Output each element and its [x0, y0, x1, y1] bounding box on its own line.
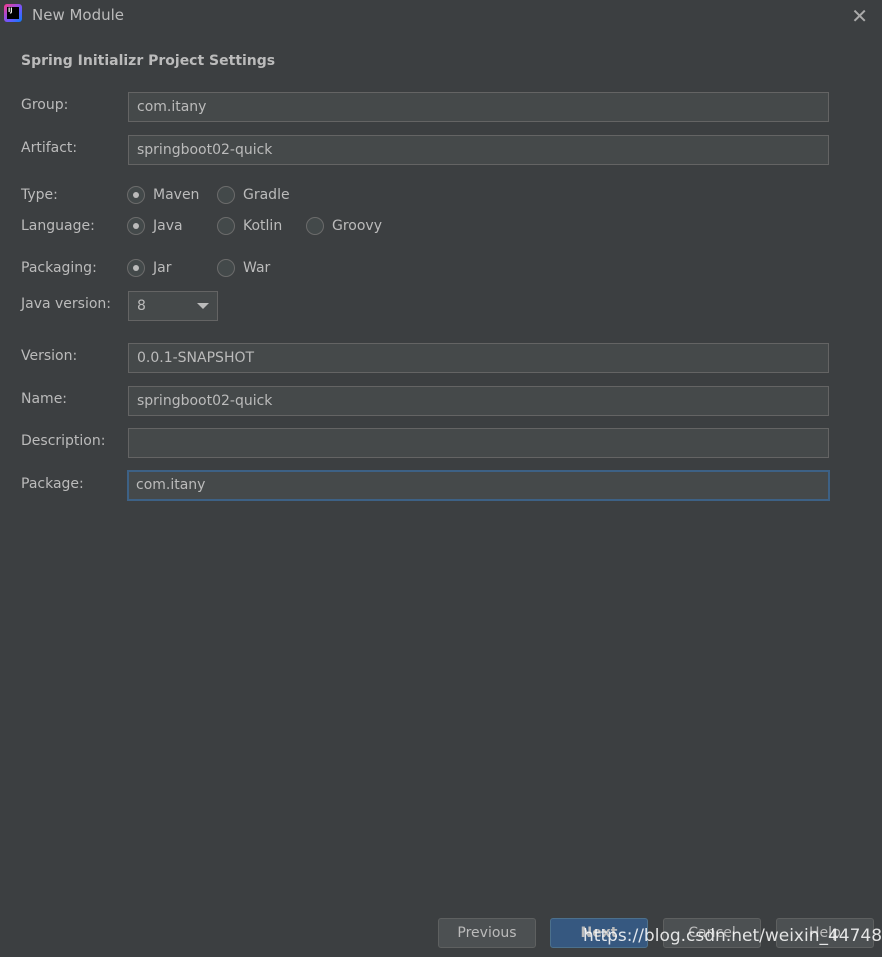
chevron-down-icon	[197, 303, 209, 309]
radio-selected-icon	[127, 217, 145, 235]
type-radio-maven[interactable]: Maven	[127, 186, 199, 204]
packaging-radio-war[interactable]: War	[217, 259, 270, 277]
type-radio-gradle[interactable]: Gradle	[217, 186, 290, 204]
radio-label: Kotlin	[243, 218, 283, 234]
description-input[interactable]	[128, 428, 829, 458]
group-input[interactable]: com.itany	[128, 92, 829, 122]
intellij-idea-icon: IJ	[4, 4, 22, 22]
radio-selected-icon	[127, 259, 145, 277]
description-label: Description:	[21, 433, 106, 449]
name-input[interactable]: springboot02-quick	[128, 386, 829, 416]
radio-label: Jar	[153, 260, 172, 276]
packaging-radio-jar[interactable]: Jar	[127, 259, 171, 277]
type-label: Type:	[21, 187, 58, 203]
java-version-value: 8	[137, 298, 146, 314]
group-label: Group:	[21, 97, 69, 113]
package-input[interactable]: com.itany	[127, 470, 830, 501]
previous-button[interactable]: Previous	[438, 918, 536, 948]
close-icon[interactable]: ✕	[851, 4, 868, 28]
radio-icon	[217, 259, 235, 277]
app-icon-text: IJ	[7, 7, 19, 19]
packaging-label: Packaging:	[21, 260, 97, 276]
language-radio-java[interactable]: Java	[127, 217, 183, 235]
name-label: Name:	[21, 391, 68, 407]
radio-icon	[306, 217, 324, 235]
window-title: New Module	[32, 6, 125, 24]
artifact-input[interactable]: springboot02-quick	[128, 135, 829, 165]
radio-selected-icon	[127, 186, 145, 204]
radio-label: War	[243, 260, 271, 276]
version-label: Version:	[21, 348, 78, 364]
radio-label: Gradle	[243, 187, 290, 203]
java-version-select[interactable]: 8	[128, 291, 218, 321]
language-radio-groovy[interactable]: Groovy	[306, 217, 382, 235]
radio-label: Java	[153, 218, 183, 234]
language-radio-kotlin[interactable]: Kotlin	[217, 217, 282, 235]
radio-icon	[217, 217, 235, 235]
radio-icon	[217, 186, 235, 204]
version-input[interactable]: 0.0.1-SNAPSHOT	[128, 343, 829, 373]
language-label: Language:	[21, 218, 95, 234]
radio-label: Maven	[153, 187, 200, 203]
watermark: https://blog.csdn.net/weixin_44748812	[583, 926, 882, 946]
section-title: Spring Initializr Project Settings	[21, 53, 276, 69]
package-label: Package:	[21, 476, 84, 492]
radio-label: Groovy	[332, 218, 382, 234]
artifact-label: Artifact:	[21, 140, 78, 156]
java-version-label: Java version:	[21, 296, 112, 312]
